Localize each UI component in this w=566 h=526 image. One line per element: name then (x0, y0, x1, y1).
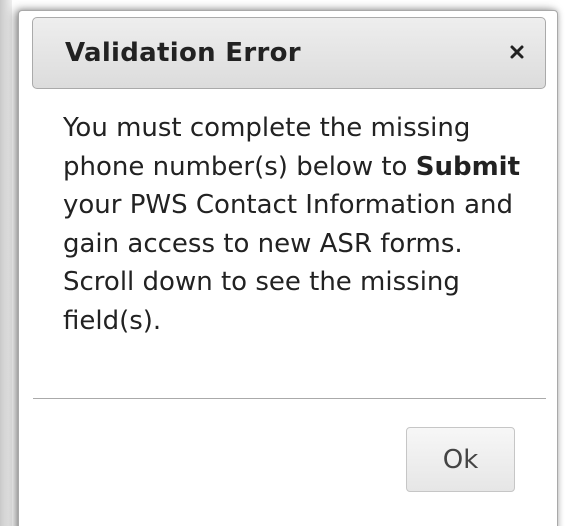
close-icon (509, 44, 525, 60)
message-submit-emphasis: Submit (415, 151, 521, 182)
message-text-part1: You must complete the missing phone numb… (63, 113, 471, 182)
dialog-divider (33, 398, 546, 399)
background-page-edge (0, 0, 12, 526)
dialog-message: You must complete the missing phone numb… (63, 109, 533, 340)
ok-button[interactable]: Ok (406, 427, 515, 492)
message-text-part2: your PWS Contact Information and gain ac… (63, 190, 513, 336)
close-button[interactable] (503, 38, 531, 66)
dialog-title: Validation Error (65, 38, 301, 68)
dialog-titlebar[interactable]: Validation Error (32, 17, 546, 89)
validation-error-dialog: Validation Error You must complete the m… (18, 10, 558, 526)
screen: Validation Error You must complete the m… (0, 0, 566, 526)
